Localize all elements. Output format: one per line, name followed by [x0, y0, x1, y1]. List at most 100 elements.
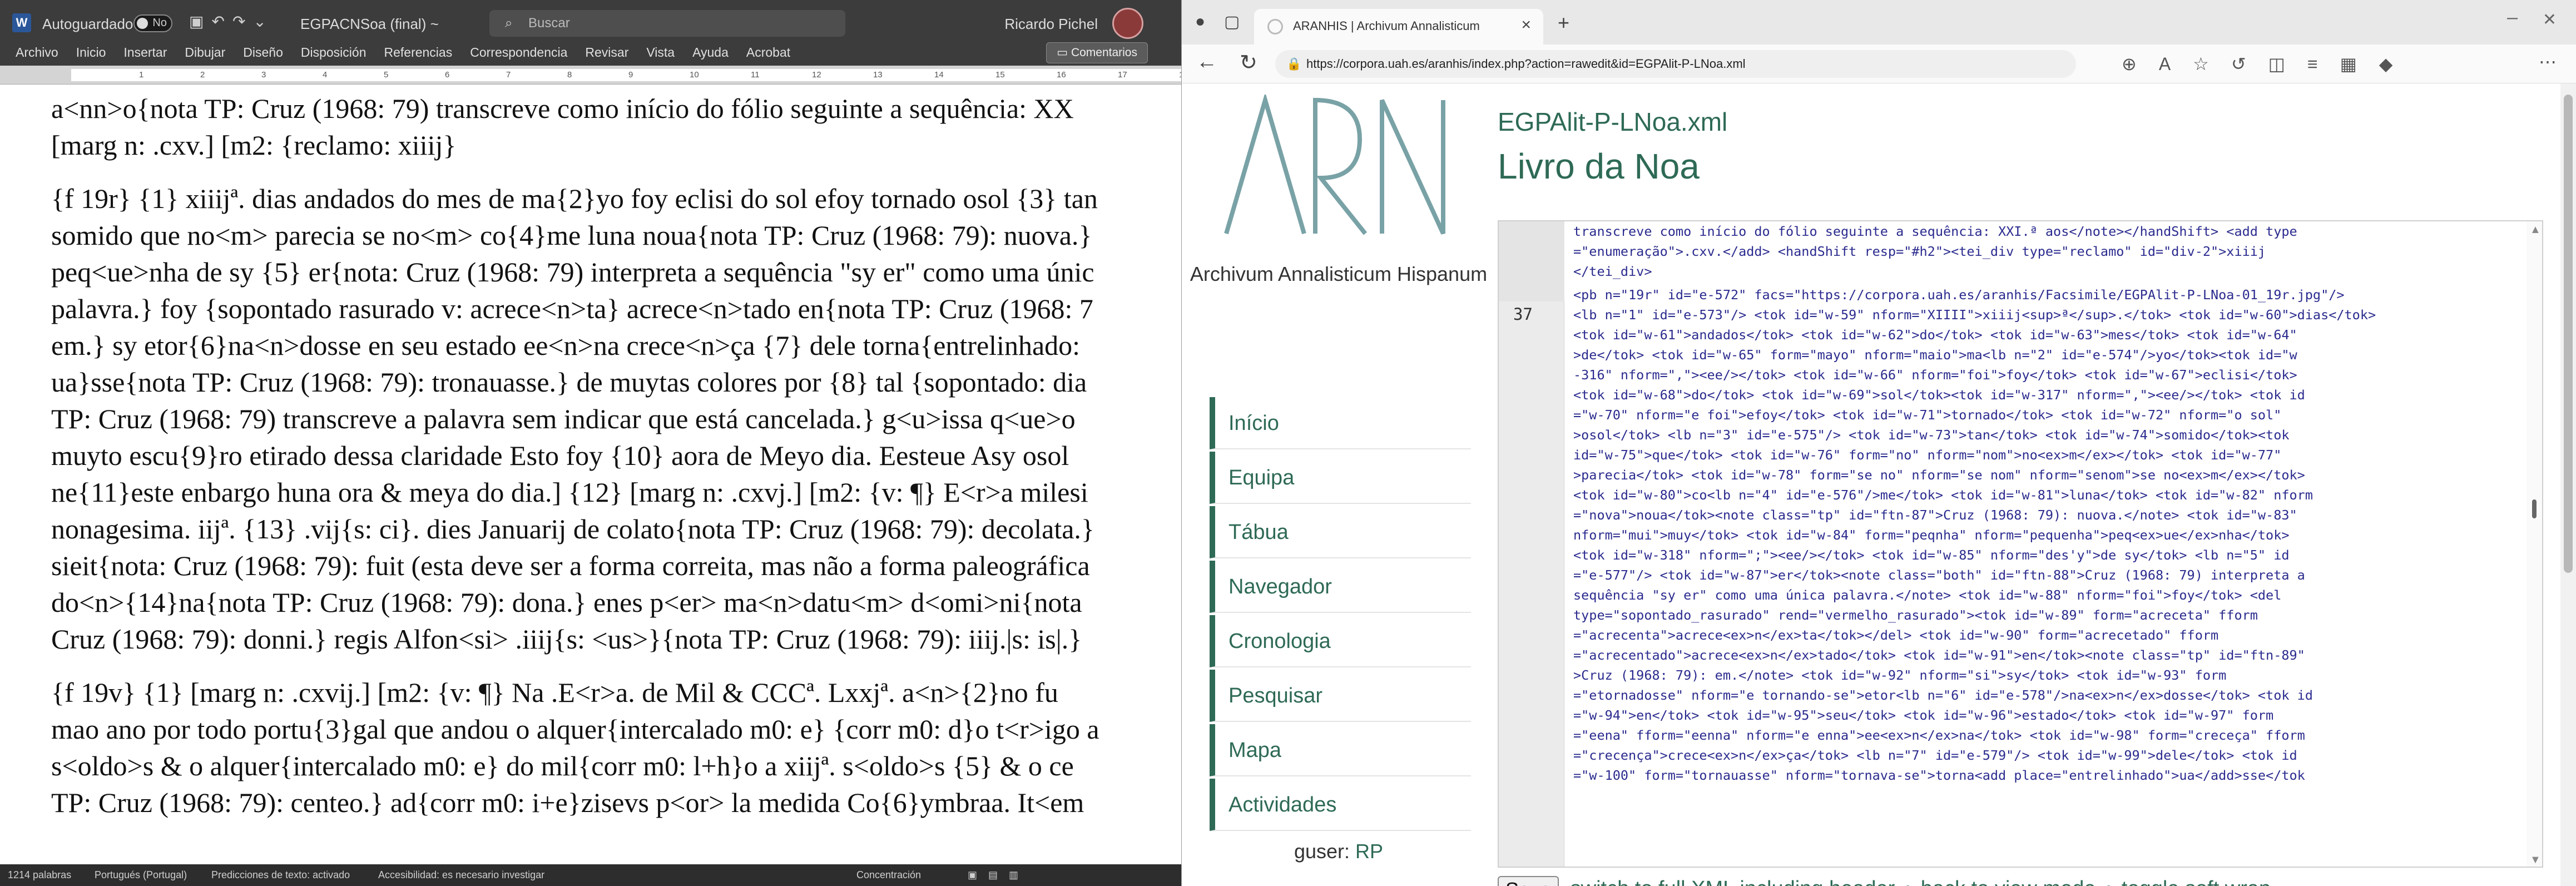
- user-avatar[interactable]: [1112, 8, 1143, 39]
- ribbon-tab[interactable]: Inicio: [76, 39, 106, 66]
- code-line[interactable]: <tok id="w-318" nform=";"><ee/></tok> <t…: [1573, 545, 2519, 565]
- document-line[interactable]: nonagesima. iijª. {13} .vij{s: ci}. dies…: [51, 511, 1181, 547]
- favorite-star-icon[interactable]: ☆: [2193, 54, 2231, 74]
- ribbon-tab[interactable]: Ayuda: [692, 39, 729, 66]
- code-line[interactable]: sequência "sy er" como uma única palavra…: [1573, 585, 2519, 605]
- code-line[interactable]: -316" nform=","><ee/></tok> <tok id="w-6…: [1573, 365, 2519, 385]
- code-line[interactable]: ="acrecentado">acrece<ex>n</ex>tado</tok…: [1573, 645, 2519, 665]
- tab-close-icon[interactable]: ×: [1521, 16, 1531, 34]
- browser-tab-active[interactable]: ARANHIS | Archivum Annalisticum ×: [1254, 9, 1543, 44]
- read-aloud-icon[interactable]: A: [2159, 54, 2193, 74]
- code-line[interactable]: transcreve como início do fólio seguinte…: [1573, 221, 2519, 241]
- document-line[interactable]: ua}sse{nota TP: Cruz (1968: 79): tronaua…: [51, 364, 1181, 400]
- code-line[interactable]: nform="mui">muy</tok> <tok id="w-84" for…: [1573, 525, 2519, 545]
- code-line[interactable]: ="etornadosse" nform="e tornando-se">eto…: [1573, 685, 2519, 705]
- nav-item-pesquisar[interactable]: Pesquisar: [1210, 670, 1471, 722]
- code-line[interactable]: ="w-100" form="tornauasse" nform="tornav…: [1573, 765, 2519, 785]
- view-buttons[interactable]: ▣▤▥: [968, 864, 1029, 886]
- code-line[interactable]: type="sopontado_rasurado" rend="vermelho…: [1573, 605, 2519, 625]
- document-title[interactable]: EGPACNSoa (final) ~: [300, 16, 439, 33]
- word-count[interactable]: 1214 palabras: [8, 864, 71, 886]
- document-line[interactable]: do<n>{14}na{nota TP: Cruz (1968: 79): do…: [51, 584, 1181, 621]
- extension-icon[interactable]: ◆: [2379, 54, 2415, 74]
- code-line[interactable]: <tok id="w-61">andados</tok> <tok id="w-…: [1573, 325, 2519, 345]
- accessibility-status[interactable]: Accesibilidad: es necesario investigar: [378, 864, 544, 886]
- word-search-box[interactable]: ⌕ Buscar: [489, 10, 845, 37]
- back-icon[interactable]: ←: [1196, 50, 1217, 74]
- document-line[interactable]: somido que no<m> parecia se no<m> co{4}m…: [51, 217, 1181, 254]
- code-line[interactable]: </tei_div>: [1573, 261, 2519, 281]
- collections-icon[interactable]: ▦: [2340, 54, 2379, 74]
- nav-item-actividades[interactable]: Actividades: [1210, 779, 1471, 831]
- code-line[interactable]: ="acrecenta">acrece<ex>n</ex>ta</tok></d…: [1573, 625, 2519, 645]
- ribbon-tab[interactable]: Disposición: [301, 39, 366, 66]
- full-xml-link[interactable]: switch to full XML including header: [1571, 877, 1895, 886]
- code-line[interactable]: >osol</tok> <lb n="3" id="e-575"/> <tok …: [1573, 425, 2519, 445]
- document-line[interactable]: a<nn>o{nota TP: Cruz (1968: 79) transcre…: [51, 90, 1181, 127]
- autosave-toggle[interactable]: No: [133, 14, 172, 32]
- more-menu-icon[interactable]: ⋯: [2539, 51, 2557, 72]
- nav-item-mapa[interactable]: Mapa: [1210, 724, 1471, 776]
- tab-actions-icon[interactable]: ▢: [1224, 12, 1240, 32]
- window-close-icon[interactable]: ✕: [2543, 10, 2557, 29]
- document-line[interactable]: s<oldo>s & o alquer{intercalado m0: e} d…: [51, 748, 1181, 784]
- ribbon-tab[interactable]: Dibujar: [185, 39, 225, 66]
- xml-editor[interactable]: 37 transcreve como início do fólio segui…: [1498, 220, 2543, 868]
- document-line[interactable]: Cruz (1968: 79): donni.} regis Alfon<si>…: [51, 621, 1181, 657]
- document-line[interactable]: [marg n: .cxv.] [m2: {reclamo: xiiij}: [51, 127, 1181, 164]
- code-line[interactable]: <tok id="w-68">do</tok> <tok id="w-69">s…: [1573, 385, 2519, 405]
- soft-wrap-link[interactable]: toggle soft wrap: [2122, 877, 2271, 886]
- code-line[interactable]: <pb n="19r" id="e-572" facs="https://cor…: [1573, 285, 2519, 305]
- ribbon-tab[interactable]: Insertar: [123, 39, 167, 66]
- document-page[interactable]: a<nn>o{nota TP: Cruz (1968: 79) transcre…: [0, 85, 1181, 864]
- document-line[interactable]: TP: Cruz (1968: 79) transcreve a palavra…: [51, 400, 1181, 437]
- nav-item-início[interactable]: Início: [1210, 397, 1471, 449]
- guser-link[interactable]: RP: [1355, 840, 1383, 863]
- split-screen-icon[interactable]: ◫: [2268, 54, 2307, 74]
- nav-item-tábua[interactable]: Tábua: [1210, 506, 1471, 558]
- horizontal-ruler[interactable]: 123456789101112131415161718: [0, 66, 1181, 85]
- new-tab-button[interactable]: +: [1558, 11, 1569, 34]
- profile-icon[interactable]: ●: [1195, 12, 1205, 31]
- document-line[interactable]: muyto escu{9}ro etirado dessa claridade …: [51, 437, 1181, 474]
- document-line[interactable]: palavra.} foy {sopontado rasurado v: acr…: [51, 290, 1181, 327]
- ribbon-tab[interactable]: Acrobat: [746, 39, 790, 66]
- save-button[interactable]: Save: [1498, 875, 1559, 886]
- redo-icon[interactable]: ↷: [232, 13, 253, 30]
- code-line[interactable]: >de</tok> <tok id="w-65" form="mayo" nfo…: [1573, 345, 2519, 365]
- nav-item-cronologia[interactable]: Cronologia: [1210, 615, 1471, 667]
- scroll-down-icon[interactable]: ▼: [2530, 854, 2541, 867]
- code-line[interactable]: <lb n="1" id="e-573"/> <tok id="w-59" nf…: [1573, 305, 2519, 325]
- document-line[interactable]: sieit{nota: Cruz (1968: 79): fuit (esta …: [51, 547, 1181, 584]
- ribbon-tab[interactable]: Diseño: [243, 39, 283, 66]
- code-line[interactable]: ="e-577"/> <tok id="w-87">er</tok><note …: [1573, 565, 2519, 585]
- code-line[interactable]: ="w-94">en</tok> <tok id="w-95">seu</tok…: [1573, 705, 2519, 725]
- code-line[interactable]: ="w-70" nform="e foi">efoy</tok> <tok id…: [1573, 405, 2519, 425]
- ribbon-tab[interactable]: Referencias: [384, 39, 452, 66]
- reload-icon[interactable]: ↻: [1240, 50, 1257, 75]
- document-line[interactable]: {f 19r} {1} xiiijª. dias andados do mes …: [51, 180, 1181, 217]
- save-icon[interactable]: ▣: [189, 13, 211, 30]
- xml-code[interactable]: transcreve como início do fólio seguinte…: [1573, 221, 2519, 785]
- nav-item-equipa[interactable]: Equipa: [1210, 452, 1471, 504]
- document-line[interactable]: ne{11}este enbargo huna ora & meya do di…: [51, 474, 1181, 511]
- document-line[interactable]: peq<ue>nha de sy {5} er{nota: Cruz (1968…: [51, 254, 1181, 290]
- page-scroll-thumb[interactable]: [2564, 95, 2573, 573]
- zoom-icon[interactable]: ⊕: [2122, 54, 2159, 74]
- code-line[interactable]: id="w-75">que</tok> <tok id="w-76" form=…: [1573, 445, 2519, 465]
- scroll-marker[interactable]: [2532, 499, 2537, 518]
- code-line[interactable]: ="enumeração">.cxv.</add> <handShift res…: [1573, 241, 2519, 261]
- minimize-icon[interactable]: –: [2507, 7, 2518, 28]
- ribbon-tab[interactable]: Revisar: [585, 39, 628, 66]
- document-line[interactable]: mao ano por todo portu{3}gal que andou o…: [51, 711, 1181, 748]
- undo-icon[interactable]: ↶: [211, 13, 232, 30]
- document-line[interactable]: {f 19v} {1} [marg n: .cxvij.] [m2: {v: ¶…: [51, 674, 1181, 711]
- code-line[interactable]: <tok id="w-80">co<lb n="4" id="e-576"/>m…: [1573, 485, 2519, 505]
- ribbon-tab[interactable]: Vista: [646, 39, 675, 66]
- nav-item-navegador[interactable]: Navegador: [1210, 561, 1471, 613]
- document-line[interactable]: TP: Cruz (1968: 79): centeo.} ad{corr m0…: [51, 784, 1181, 821]
- code-line[interactable]: ="nova">noua</tok><note class="tp" id="f…: [1573, 505, 2519, 525]
- code-line[interactable]: ="crecença">crece<ex>n</ex>ça</tok> <lb …: [1573, 745, 2519, 765]
- ribbon-tab[interactable]: Correspondencia: [470, 39, 567, 66]
- editor-scrollbar[interactable]: ▲ ▼: [2527, 221, 2542, 867]
